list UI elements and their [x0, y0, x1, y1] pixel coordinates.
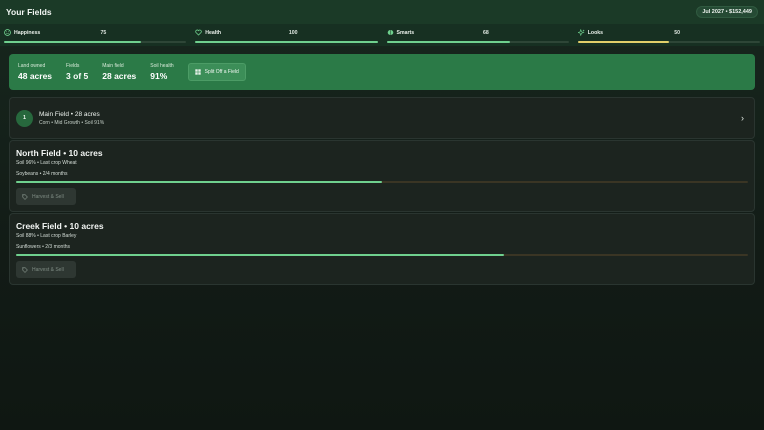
- growth-progress-track: [16, 254, 748, 256]
- split-field-label: Split Off a Field: [204, 69, 239, 75]
- growth-progress-fill: [16, 181, 382, 183]
- soil-health-label: Soil health: [150, 63, 174, 69]
- main-field-stat: Main field 28 acres: [102, 63, 136, 81]
- stat-value: 75: [100, 29, 107, 36]
- land-summary-card: Land owned 48 acres Fields 3 of 5 Main f…: [9, 54, 755, 90]
- field-title: Creek Field • 10 acres: [16, 221, 104, 231]
- stat-fill: [386, 41, 511, 43]
- growth-progress-fill: [16, 254, 505, 256]
- stat-track: [4, 41, 187, 43]
- fields-count-value: 3 of 5: [66, 71, 89, 81]
- field-card-creek: Creek Field • 10 acres Soil 88% • Last c…: [9, 213, 755, 285]
- split-field-button[interactable]: Split Off a Field: [187, 63, 246, 81]
- fields-count-stat: Fields 3 of 5: [66, 63, 88, 81]
- land-owned-label: Land owned: [18, 63, 46, 69]
- heart-icon: [195, 29, 202, 36]
- stat-fill: [4, 41, 141, 43]
- stat-fill: [577, 41, 669, 43]
- stat-looks: Looks 50: [577, 28, 760, 46]
- stat-label: Health: [205, 29, 222, 36]
- soil-health-value: 91%: [150, 71, 168, 81]
- harvest-sell-label: Harvest & Sell: [32, 266, 64, 273]
- tag-icon: [22, 266, 28, 273]
- main-field-value: 28 acres: [102, 71, 137, 81]
- date-money-badge: Jul 2027 • $152,449: [696, 6, 758, 18]
- stat-happiness: Happiness 75: [4, 28, 187, 46]
- fields-count-label: Fields: [66, 63, 80, 69]
- stat-value: 68: [482, 29, 489, 36]
- stat-track: [577, 41, 760, 43]
- soil-health-stat: Soil health 91%: [150, 63, 173, 81]
- main-field-subtitle: Corn • Mid Growth • Soil 91%: [39, 119, 105, 126]
- field-soil-line: Soil 96% • Last crop Wheat: [16, 160, 77, 166]
- date-text: Jul 2027: [702, 9, 725, 15]
- stat-value: 50: [674, 29, 680, 36]
- tag-icon: [22, 193, 28, 200]
- field-crop-line: Soybeans • 2/4 months: [16, 171, 68, 177]
- harvest-sell-button[interactable]: Harvest & Sell: [16, 188, 76, 205]
- brain-icon: [387, 29, 393, 36]
- field-number-badge: 1: [16, 109, 33, 127]
- growth-progress-track: [16, 181, 748, 183]
- smiley-icon: [4, 29, 11, 36]
- land-owned-stat: Land owned 48 acres: [18, 63, 52, 81]
- field-soil-line: Soil 88% • Last crop Barley: [16, 233, 77, 239]
- stats-bar: Happiness 75 Health 100 Smarts 68 Looks …: [0, 24, 764, 46]
- sparkle-icon: [577, 29, 585, 36]
- stat-value: 100: [288, 29, 298, 36]
- chevron-right-icon[interactable]: ›: [741, 113, 744, 123]
- page-title: Your Fields: [6, 7, 52, 17]
- field-crop-line: Sunflowers • 2/3 months: [16, 244, 70, 250]
- field-card-north: North Field • 10 acres Soil 96% • Last c…: [9, 140, 755, 212]
- main-field-title: Main Field • 28 acres: [39, 110, 100, 118]
- top-bar: Your Fields Jul 2027 • $152,449: [0, 0, 764, 24]
- stat-fill: [195, 41, 378, 43]
- main-field-label: Main field: [102, 63, 124, 69]
- money-text: $152,449: [729, 9, 752, 15]
- main-field-card[interactable]: 1 Main Field • 28 acres Corn • Mid Growt…: [9, 97, 755, 139]
- stat-label: Happiness: [14, 29, 41, 36]
- stat-track: [386, 41, 569, 43]
- harvest-sell-label: Harvest & Sell: [32, 193, 64, 200]
- stat-label: Looks: [587, 29, 604, 36]
- stat-label: Smarts: [396, 29, 415, 36]
- land-owned-value: 48 acres: [18, 71, 53, 81]
- stat-smarts: Smarts 68: [386, 28, 569, 46]
- stat-track: [195, 41, 378, 43]
- harvest-sell-button[interactable]: Harvest & Sell: [16, 261, 76, 278]
- stat-health: Health 100: [195, 28, 378, 46]
- grid-icon: [194, 69, 201, 75]
- field-title: North Field • 10 acres: [16, 148, 103, 158]
